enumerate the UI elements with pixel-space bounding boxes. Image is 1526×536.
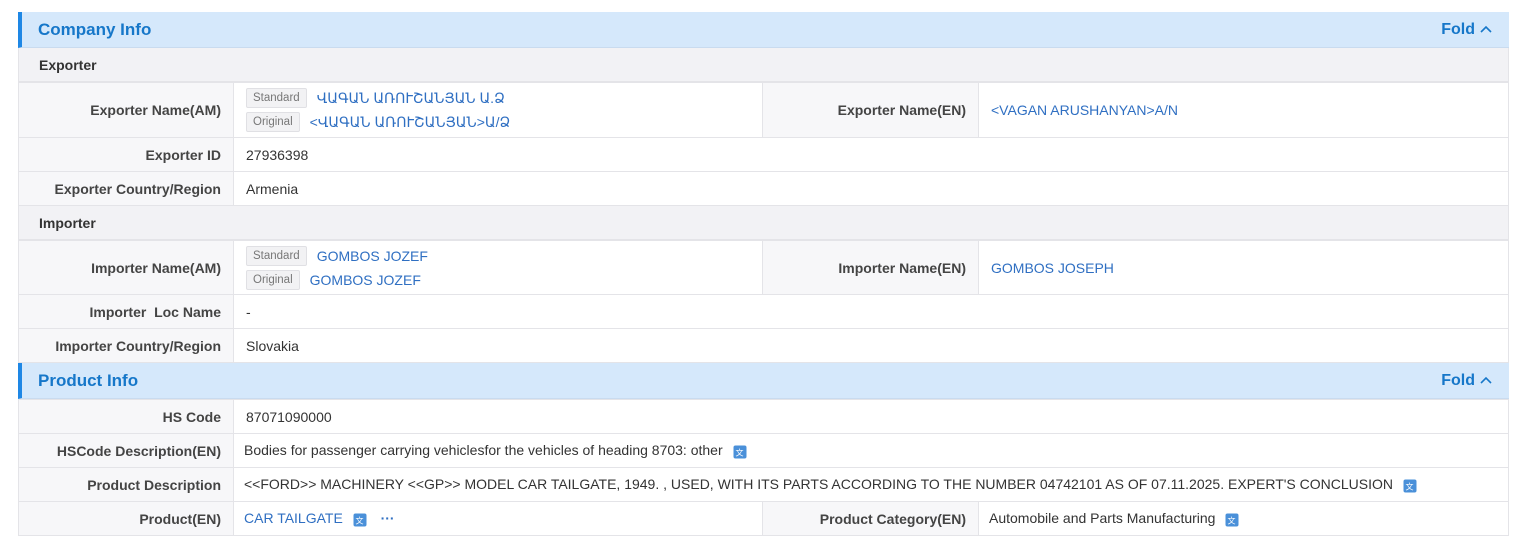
product-table: HS Code 87071090000 HSCode Description(E…: [18, 399, 1509, 536]
exporter-name-en[interactable]: <VAGAN ARUSHANYAN>A/N: [991, 102, 1178, 118]
exporter-id-label: Exporter ID: [18, 137, 234, 172]
product-desc-label: Product Description: [18, 467, 234, 502]
svg-text:文: 文: [1405, 481, 1413, 491]
table-row: Importer Loc Name -: [18, 294, 1509, 329]
original-tag: Original: [246, 112, 300, 132]
fold-label: Fold: [1441, 20, 1475, 38]
translate-icon[interactable]: 文: [733, 445, 747, 459]
importer-country-value: Slovakia: [233, 328, 1509, 363]
company-info-title: Company Info: [38, 19, 152, 39]
chevron-up-icon: [1480, 376, 1492, 384]
product-fold-button[interactable]: Fold: [1441, 372, 1493, 390]
svg-text:文: 文: [735, 447, 743, 457]
product-info-header: Product Info Fold: [18, 363, 1509, 399]
hs-code-value: 87071090000: [233, 399, 1509, 434]
table-row: HSCode Description(EN) Bodies for passen…: [18, 433, 1509, 468]
product-en-label: Product(EN): [18, 501, 234, 536]
product-category-value: Automobile and Parts Manufacturing: [989, 510, 1216, 527]
product-category-label: Product Category(EN): [762, 501, 979, 536]
exporter-name-en-label: Exporter Name(EN): [762, 82, 979, 138]
table-row: Importer Name(AM) Standard GOMBOS JOZEF …: [18, 240, 1509, 295]
importer-name-am-original[interactable]: GOMBOS JOZEF: [310, 272, 421, 288]
hs-desc-value: Bodies for passenger carrying vehiclesfo…: [244, 442, 723, 459]
translate-icon[interactable]: 文: [1403, 479, 1417, 493]
hs-code-label: HS Code: [18, 399, 234, 434]
svg-text:文: 文: [355, 515, 363, 525]
importer-name-en[interactable]: GOMBOS JOSEPH: [991, 260, 1114, 276]
translate-icon[interactable]: 文: [353, 513, 367, 527]
original-tag: Original: [246, 269, 300, 290]
table-row: Importer Country/Region Slovakia: [18, 328, 1509, 363]
company-info-header: Company Info Fold: [18, 12, 1509, 48]
product-info-title: Product Info: [38, 370, 139, 390]
exporter-country-label: Exporter Country/Region: [18, 171, 234, 206]
chevron-up-icon: [1480, 25, 1492, 33]
exporter-table: Exporter Name(AM) Standard ՎԱԳԱՆ ԱՌՈՒՇԱՆ…: [18, 82, 1509, 206]
importer-name-en-label: Importer Name(EN): [762, 240, 979, 295]
table-row: Exporter Country/Region Armenia: [18, 171, 1509, 206]
more-icon[interactable]: ···: [381, 510, 395, 526]
importer-name-am-standard[interactable]: GOMBOS JOZEF: [317, 248, 428, 264]
table-row: Exporter ID 27936398: [18, 137, 1509, 172]
hs-desc-label: HSCode Description(EN): [18, 433, 234, 468]
product-en-value[interactable]: CAR TAILGATE: [244, 510, 343, 526]
importer-loc-name-value: -: [233, 294, 1509, 329]
exporter-name-am-cell: Standard ՎԱԳԱՆ ԱՌՈՒՇԱՆՅԱՆ Ա.Ձ Original <…: [233, 82, 763, 138]
exporter-group-label: Exporter: [18, 48, 1509, 82]
importer-group-label: Importer: [18, 206, 1509, 240]
table-row: Product Description <<FORD>> MACHINERY <…: [18, 467, 1509, 502]
importer-name-am-label: Importer Name(AM): [18, 240, 234, 295]
exporter-country-value: Armenia: [233, 171, 1509, 206]
standard-tag: Standard: [246, 245, 307, 266]
table-row: Product(EN) CAR TAILGATE 文 ··· Product C…: [18, 501, 1509, 536]
detail-panel: Company Info Fold Exporter Exporter Name…: [18, 12, 1509, 536]
importer-table: Importer Name(AM) Standard GOMBOS JOZEF …: [18, 240, 1509, 363]
exporter-name-am-original[interactable]: <ՎԱԳԱՆ ԱՌՈՒՇԱՆՅԱՆ>Ա/Ձ: [310, 114, 511, 131]
svg-text:文: 文: [1228, 515, 1236, 525]
fold-label: Fold: [1441, 371, 1475, 389]
exporter-id-value: 27936398: [233, 137, 1509, 172]
product-desc-value: <<FORD>> MACHINERY <<GP>> MODEL CAR TAIL…: [244, 476, 1393, 493]
importer-loc-name-label: Importer Loc Name: [18, 294, 234, 329]
translate-icon[interactable]: 文: [1225, 513, 1239, 527]
importer-name-am-cell: Standard GOMBOS JOZEF Original GOMBOS JO…: [233, 240, 763, 295]
importer-country-label: Importer Country/Region: [18, 328, 234, 363]
exporter-name-am-label: Exporter Name(AM): [18, 82, 234, 138]
company-fold-button[interactable]: Fold: [1441, 21, 1493, 39]
table-row: HS Code 87071090000: [18, 399, 1509, 434]
standard-tag: Standard: [246, 88, 307, 108]
table-row: Exporter Name(AM) Standard ՎԱԳԱՆ ԱՌՈՒՇԱՆ…: [18, 82, 1509, 138]
exporter-name-am-standard[interactable]: ՎԱԳԱՆ ԱՌՈՒՇԱՆՅԱՆ Ա.Ձ: [317, 90, 505, 107]
